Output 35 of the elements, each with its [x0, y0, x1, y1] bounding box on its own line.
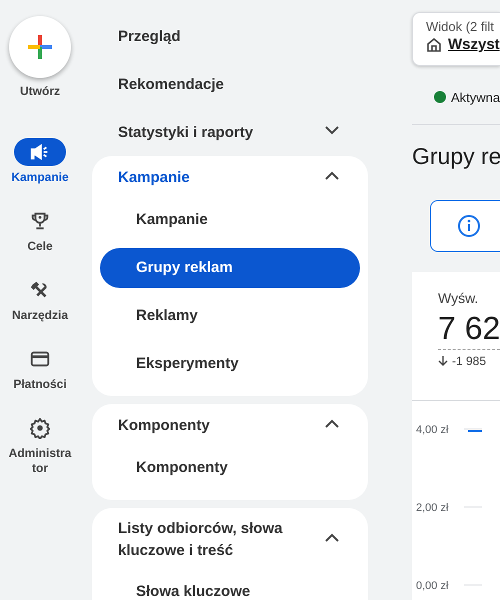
rail-item[interactable]: Kampanie — [0, 138, 80, 185]
rail-item[interactable]: Cele — [0, 207, 80, 254]
nav-item[interactable]: Przegląd — [118, 28, 181, 44]
metric-value: 7 62 — [438, 310, 500, 350]
nav-item[interactable]: Grupy reklam — [100, 248, 360, 288]
nav-item[interactable]: Komponenty — [100, 448, 360, 488]
nav-item[interactable]: Kampanie — [100, 200, 360, 240]
status-filter[interactable]: Aktywna — [451, 90, 500, 104]
view-selector[interactable]: Widok (2 filt Wszyst — [412, 12, 500, 66]
nav-item[interactable]: Rekomendacje — [118, 76, 224, 92]
metric-change: -1 985 — [452, 354, 486, 368]
nav-item[interactable]: Słowa kluczowe — [100, 572, 360, 600]
rail-item[interactable]: Płatności — [0, 345, 80, 392]
create-button[interactable] — [9, 16, 71, 78]
nav-item[interactable]: Statystyki i raporty — [118, 124, 254, 140]
arrow-down-icon — [438, 355, 448, 367]
gear-icon — [29, 417, 51, 439]
trophy-icon — [29, 210, 51, 232]
axis-label: 2,00 zł — [416, 502, 448, 514]
metric-card: Wyśw. 7 62 -1 985 — [412, 272, 500, 400]
nav-item[interactable]: Eksperymenty — [100, 344, 360, 384]
section-header[interactable]: Listy odbiorców, słowa kluczowe i treść — [118, 518, 308, 562]
rail-item[interactable]: Narzędzia — [0, 276, 80, 323]
axis-label: 0,00 zł — [416, 580, 448, 592]
rail-item[interactable]: Administrator — [0, 414, 80, 476]
nav-item[interactable]: Reklamy — [100, 296, 360, 336]
plus-icon — [27, 34, 53, 60]
info-icon — [457, 214, 481, 238]
chart-line — [468, 430, 482, 432]
section-header[interactable]: Kampanie — [118, 167, 308, 189]
info-button[interactable] — [430, 200, 500, 252]
section-header[interactable]: Komponenty — [118, 415, 308, 437]
home-icon — [426, 36, 442, 52]
axis-label: 4,00 zł — [416, 424, 448, 436]
create-label: Utwórz — [20, 84, 60, 98]
